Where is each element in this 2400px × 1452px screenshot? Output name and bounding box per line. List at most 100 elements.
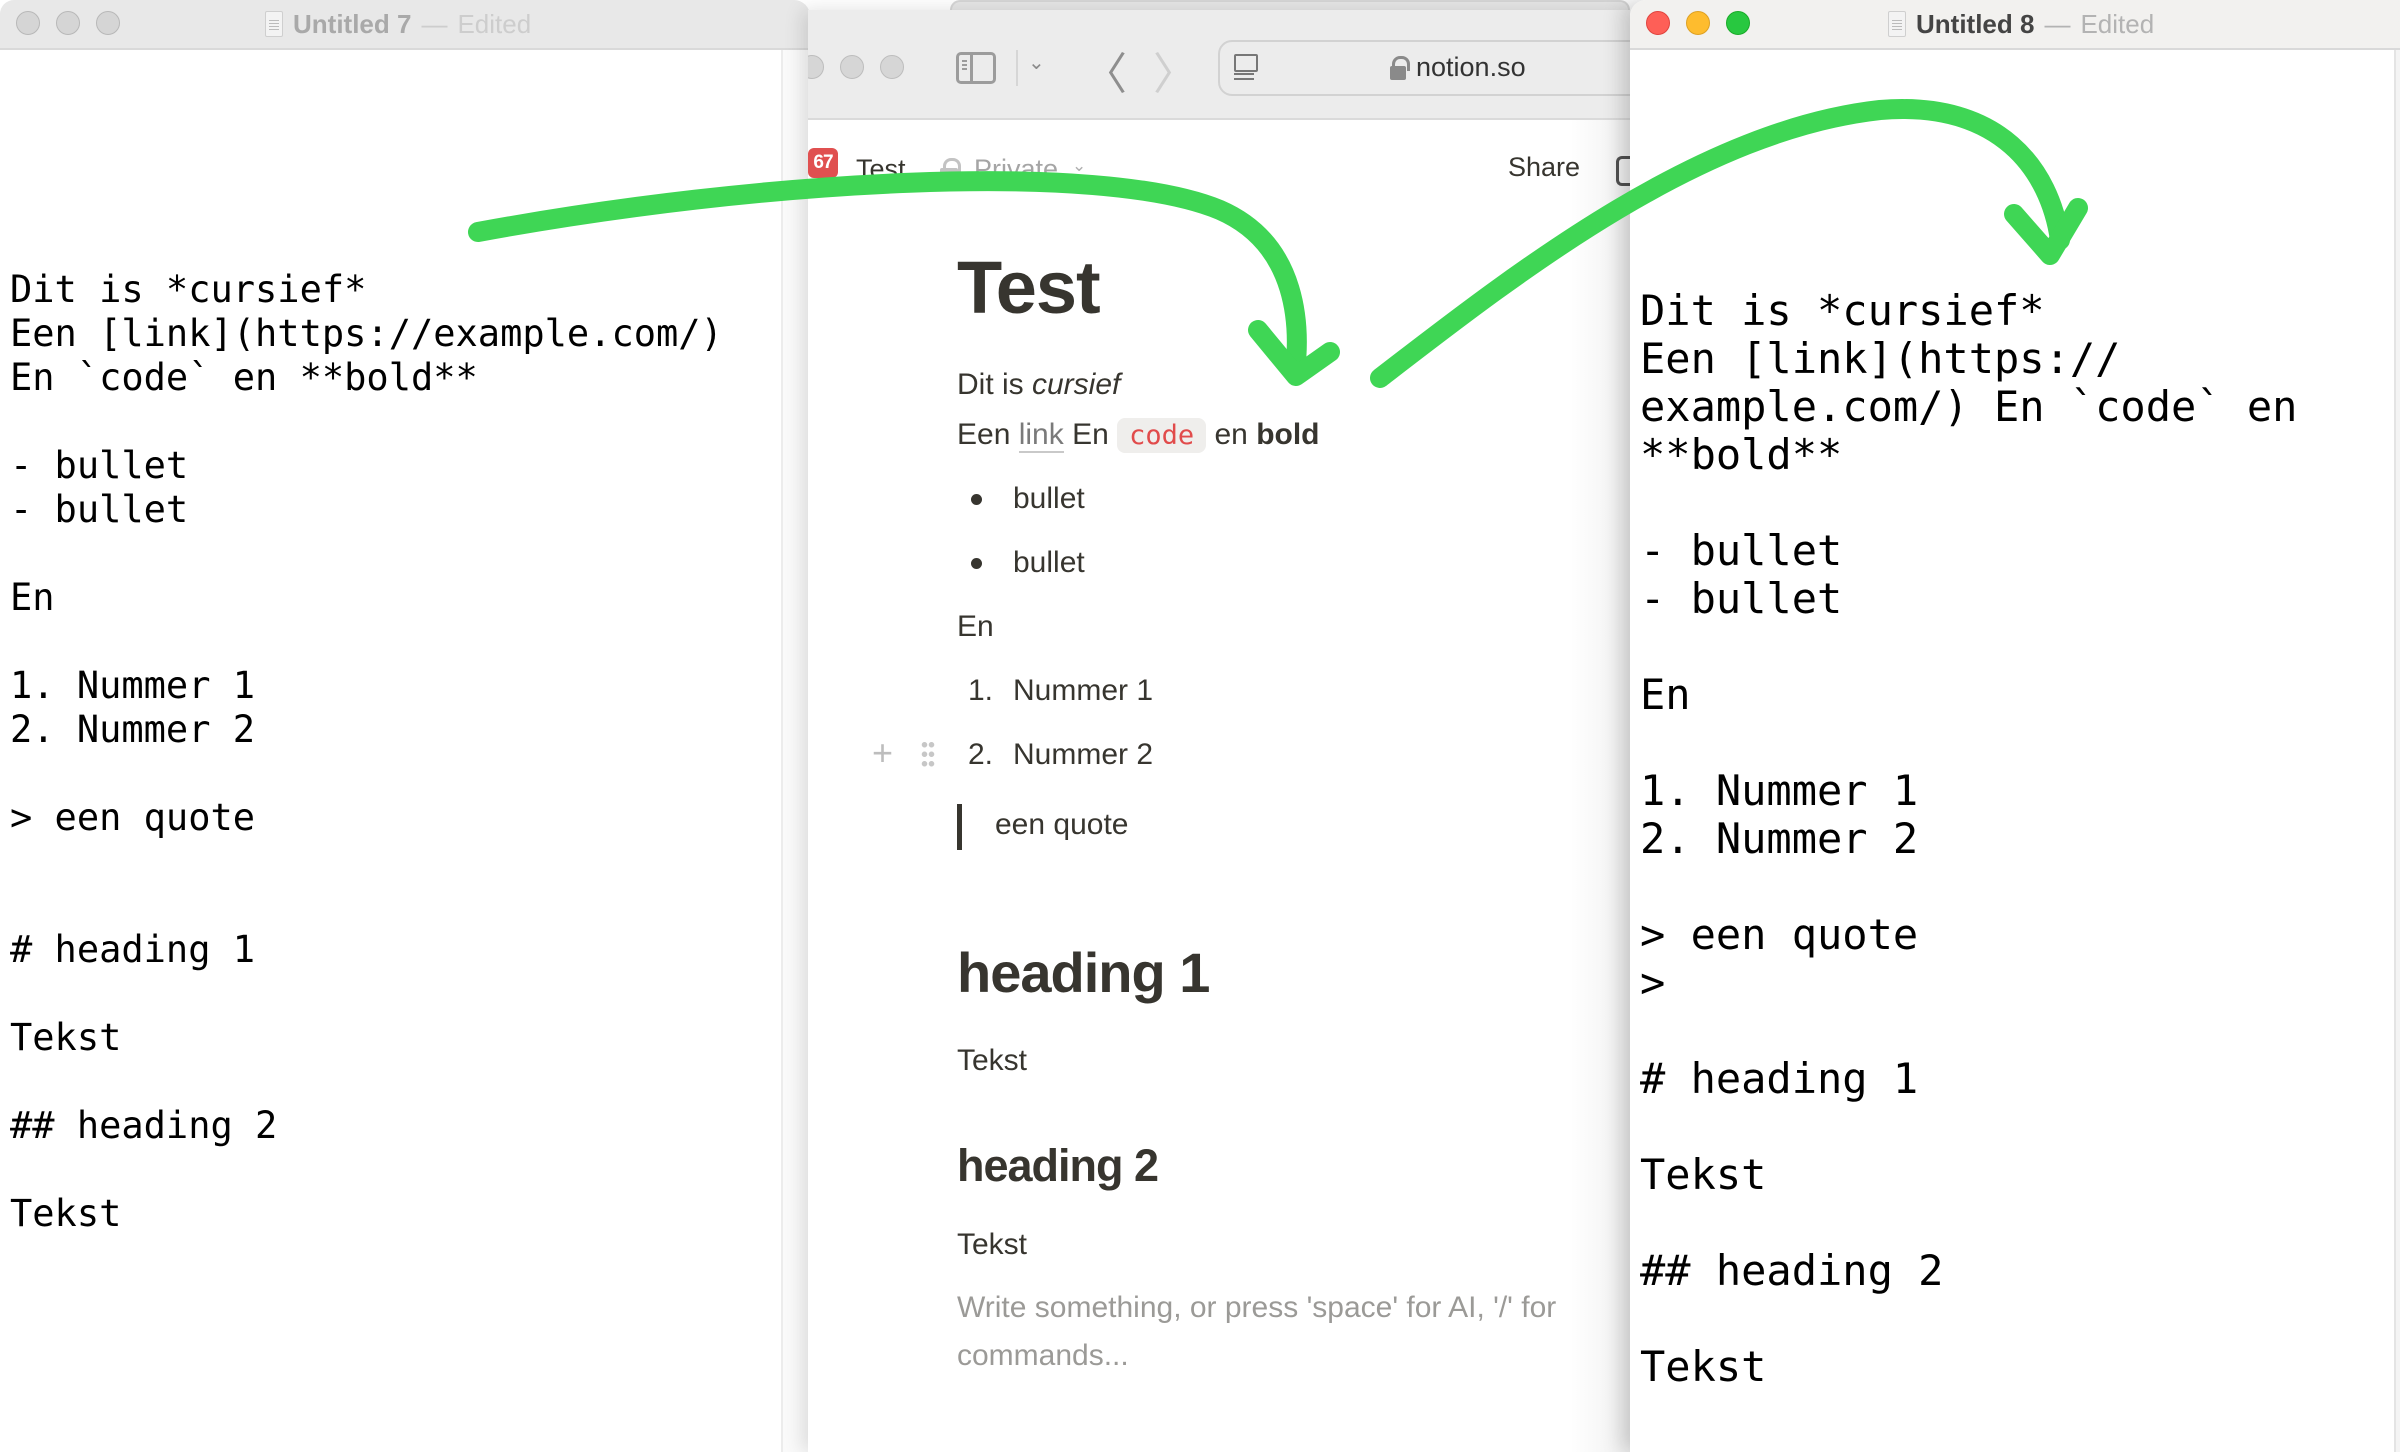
scrollbar[interactable] — [2394, 50, 2400, 1452]
text-line[interactable] — [1640, 1199, 2297, 1247]
text-line[interactable]: - bullet — [1640, 575, 2297, 623]
paragraph-italic[interactable]: Dit is cursief — [957, 368, 1120, 402]
title-bar[interactable]: Untitled 8 — Edited — [1630, 0, 2400, 50]
paragraph-link-code-bold[interactable]: Een link En code en bold — [957, 418, 1320, 453]
text-line[interactable] — [10, 532, 723, 576]
text-line[interactable]: ## heading 2 — [10, 1104, 723, 1148]
text-line[interactable] — [10, 752, 723, 796]
empty-block-placeholder[interactable]: Write something, or press 'space' for AI… — [957, 1284, 1630, 1380]
minimize-button[interactable] — [1686, 11, 1710, 35]
text-line[interactable]: > — [1640, 959, 2297, 1007]
zoom-button[interactable] — [96, 11, 120, 35]
text-editor[interactable]: Dit is *cursief* Een [link](https://examp… — [10, 268, 723, 1236]
text-line[interactable]: En — [1640, 671, 2297, 719]
text-line[interactable]: # heading 1 — [10, 928, 723, 972]
notion-page: 67 Test Private ⌄ Share Test Dit is curs… — [808, 120, 1630, 1452]
paragraph[interactable]: En — [957, 610, 994, 644]
add-block-icon[interactable]: + — [872, 735, 893, 771]
text-line[interactable]: **bold** — [1640, 431, 2297, 479]
heading-1[interactable]: heading 1 — [957, 940, 1210, 1005]
text-line[interactable]: - bullet — [1640, 527, 2297, 575]
text-line[interactable]: 1. Nummer 1 — [1640, 767, 2297, 815]
italic-text: cursief — [1032, 368, 1121, 401]
close-button[interactable] — [16, 11, 40, 35]
text-line[interactable] — [1640, 1103, 2297, 1151]
text-line[interactable] — [1640, 863, 2297, 911]
text-line[interactable]: En — [10, 576, 723, 620]
title-bar[interactable]: Untitled 7 — Edited — [0, 0, 810, 50]
text-line[interactable]: example.com/) En `code` en — [1640, 383, 2297, 431]
zoom-button[interactable] — [880, 55, 904, 79]
close-button[interactable] — [808, 55, 824, 79]
text-line[interactable]: Tekst — [1640, 1343, 2297, 1391]
text-line[interactable] — [10, 620, 723, 664]
text-line[interactable] — [1640, 1007, 2297, 1055]
text-line[interactable]: # heading 1 — [1640, 1055, 2297, 1103]
text-line[interactable] — [10, 1060, 723, 1104]
back-arrow-icon[interactable]: 〈 — [1083, 38, 1127, 102]
forward-arrow-icon[interactable]: 〉 — [1153, 38, 1197, 102]
text-line[interactable]: - bullet — [10, 444, 723, 488]
scrollbar[interactable] — [781, 50, 810, 1452]
quote-text: een quote — [995, 808, 1129, 841]
url-text[interactable]: notion.so — [1416, 52, 1526, 83]
drag-handle-icon[interactable] — [921, 740, 935, 768]
text-line[interactable]: - bullet — [10, 488, 723, 532]
text-line[interactable]: Tekst — [10, 1192, 723, 1236]
text-line[interactable]: En `code` en **bold** — [10, 356, 723, 400]
text-line[interactable]: Tekst — [10, 1016, 723, 1060]
list-text: Nummer 2 — [1013, 738, 1154, 771]
numbered-list-item[interactable]: 1. Nummer 1 — [957, 674, 1357, 710]
text-line[interactable]: ## heading 2 — [1640, 1247, 2297, 1295]
text-line[interactable] — [10, 840, 723, 884]
text-line[interactable]: 2. Nummer 2 — [1640, 815, 2297, 863]
text-line[interactable] — [1640, 1295, 2297, 1343]
inline-link[interactable]: link — [1018, 418, 1064, 453]
text-line[interactable]: > een quote — [1640, 911, 2297, 959]
minimize-button[interactable] — [56, 11, 80, 35]
numbered-list-item[interactable]: + 2. Nummer 2 — [872, 735, 1357, 774]
menu-icon[interactable] — [808, 182, 822, 185]
privacy-dropdown[interactable]: Private — [974, 154, 1058, 185]
window-shadow — [1570, 120, 1630, 1452]
title-separator: — — [2044, 8, 2071, 39]
text-line[interactable] — [1640, 719, 2297, 767]
text-line[interactable]: Dit is *cursief* — [1640, 287, 2297, 335]
heading-2[interactable]: heading 2 — [957, 1140, 1159, 1192]
paragraph[interactable]: Tekst — [957, 1044, 1027, 1078]
paragraph[interactable]: Tekst — [957, 1228, 1027, 1262]
page-menu-icon[interactable] — [1234, 54, 1258, 84]
text-line[interactable] — [10, 972, 723, 1016]
bulleted-list-item[interactable]: bullet — [957, 482, 1357, 518]
text-line[interactable]: 1. Nummer 1 — [10, 664, 723, 708]
minimize-button[interactable] — [840, 55, 864, 79]
text-line[interactable]: Dit is *cursief* — [10, 268, 723, 312]
sidebar-toggle-icon[interactable] — [956, 52, 996, 84]
text-line[interactable]: Een [link](https:// — [1640, 335, 2297, 383]
chevron-down-icon[interactable]: ⌄ — [1028, 50, 1045, 75]
window-title: Untitled 8 — Edited — [1888, 0, 2154, 48]
notification-badge[interactable]: 67 — [808, 148, 838, 178]
text-line[interactable] — [10, 884, 723, 928]
close-button[interactable] — [1646, 11, 1670, 35]
breadcrumb-page-title[interactable]: Test — [856, 154, 906, 185]
text-line[interactable]: Een [link](https://example.com/) — [10, 312, 723, 356]
safari-window: ⌄ 〈 〉 notion.so 67 Test Private ⌄ Share … — [808, 10, 1630, 1452]
text-line[interactable] — [1640, 623, 2297, 671]
text-line[interactable] — [1640, 479, 2297, 527]
bulleted-list-item[interactable]: bullet — [957, 546, 1357, 582]
quote-bar — [957, 804, 962, 850]
list-number: 2. — [968, 738, 994, 771]
chevron-down-icon[interactable]: ⌄ — [1072, 156, 1086, 176]
text-editor[interactable]: Dit is *cursief* Een [link](https://examp… — [1640, 287, 2297, 1391]
text-line[interactable] — [10, 1148, 723, 1192]
bold-text: bold — [1256, 418, 1320, 451]
text-line[interactable]: 2. Nummer 2 — [10, 708, 723, 752]
zoom-button[interactable] — [1726, 11, 1750, 35]
text-line[interactable]: > een quote — [10, 796, 723, 840]
page-title[interactable]: Test — [957, 245, 1101, 330]
quote-block[interactable]: een quote — [957, 804, 1357, 850]
text-line[interactable]: Tekst — [1640, 1151, 2297, 1199]
text-line[interactable] — [10, 400, 723, 444]
address-bar[interactable]: notion.so — [1218, 40, 1630, 96]
